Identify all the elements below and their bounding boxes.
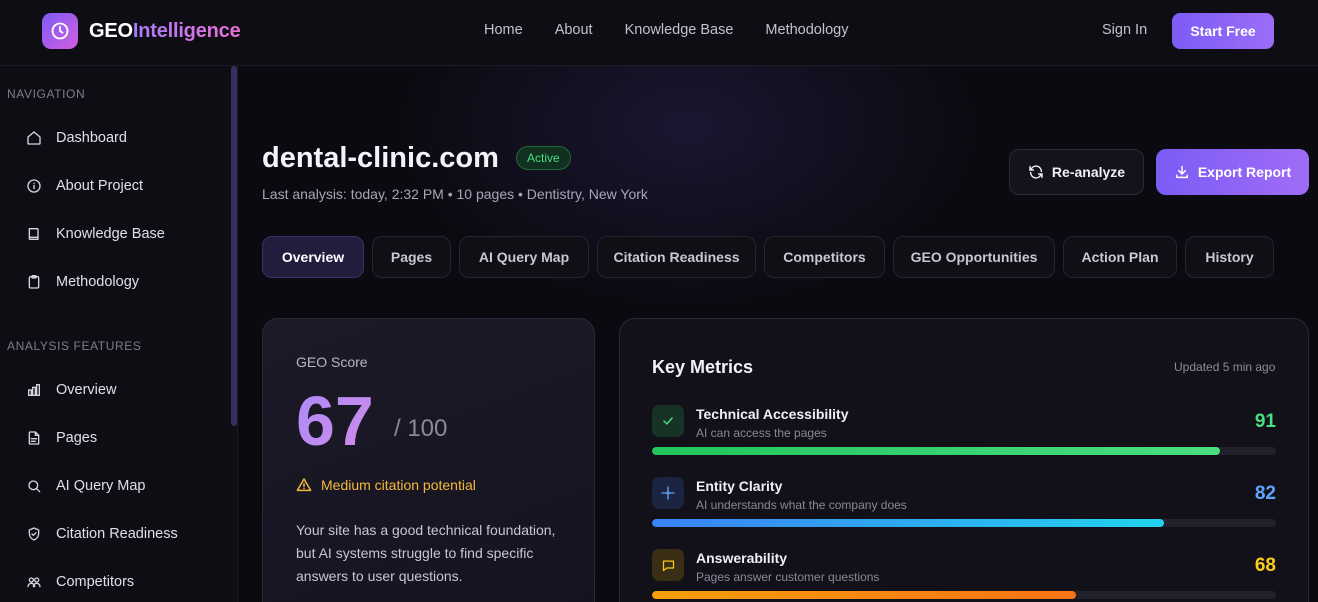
analysis-meta: Last analysis: today, 2:32 PM • 10 pages… <box>262 186 648 202</box>
sparkle-icon <box>652 477 684 509</box>
sidebar-item-ai-query-map[interactable]: AI Query Map <box>26 478 145 494</box>
re-analyze-button[interactable]: Re-analyze <box>1009 149 1144 195</box>
tab-pages[interactable]: Pages <box>372 236 451 278</box>
metric-entity-clarity: Entity Clarity AI understands what the c… <box>652 477 1276 537</box>
top-bar: GEOIntelligence Home About Knowledge Bas… <box>0 0 1318 66</box>
key-metrics-card: Key Metrics Updated 5 min ago Technical … <box>619 318 1309 602</box>
logo-text-geo: GEO <box>89 19 133 42</box>
top-nav-home[interactable]: Home <box>484 22 523 38</box>
tab-competitors[interactable]: Competitors <box>764 236 885 278</box>
metric-description: AI can access the pages <box>696 426 827 440</box>
refresh-icon <box>1029 165 1043 179</box>
sidebar-item-label: Methodology <box>56 274 140 290</box>
top-nav: Home About Knowledge Base Methodology <box>484 22 848 38</box>
citation-potential-text: Medium citation potential <box>321 477 476 493</box>
bar-chart-icon <box>28 384 40 396</box>
metric-name: Technical Accessibility <box>696 406 849 422</box>
metric-value: 82 <box>1254 483 1276 504</box>
metric-progress-track <box>652 519 1276 527</box>
re-analyze-label: Re-analyze <box>1051 164 1126 180</box>
sidebar-item-label: Competitors <box>56 574 135 590</box>
metric-progress-track <box>652 591 1276 599</box>
metric-answerability: Answerability Pages answer customer ques… <box>652 549 1276 602</box>
tab-citation-readiness[interactable]: Citation Readiness <box>597 236 756 278</box>
metric-value: 91 <box>1254 411 1276 432</box>
export-report-button[interactable]: Export Report <box>1156 149 1309 195</box>
download-icon <box>1175 165 1188 179</box>
tab-overview[interactable]: Overview <box>262 236 364 278</box>
top-nav-knowledge-base[interactable]: Knowledge Base <box>625 22 734 38</box>
home-icon <box>27 131 41 145</box>
metric-description: AI understands what the company does <box>696 498 907 512</box>
sidebar-item-knowledge-base[interactable]: Knowledge Base <box>26 226 165 242</box>
top-nav-about[interactable]: About <box>555 22 593 38</box>
sidebar-item-overview[interactable]: Overview <box>26 382 116 398</box>
book-icon <box>28 228 39 240</box>
logo[interactable]: GEOIntelligence <box>42 13 241 49</box>
sidebar-item-citation-readiness[interactable]: Citation Readiness <box>26 526 178 542</box>
sidebar-scrollbar[interactable] <box>231 66 237 426</box>
metrics-updated-time: Updated 5 min ago <box>1174 360 1276 374</box>
warning-icon <box>296 478 312 492</box>
citation-potential: Medium citation potential <box>296 477 476 493</box>
sidebar-item-about-project[interactable]: About Project <box>26 178 143 194</box>
geo-score-description: Your site has a good technical foundatio… <box>296 522 556 584</box>
sidebar: NAVIGATION Dashboard About Project Knowl… <box>0 66 238 602</box>
geo-score-card: GEO Score 67 / 100 Medium citation poten… <box>262 318 595 602</box>
geo-score-label: GEO Score <box>296 354 368 370</box>
users-icon <box>27 577 41 588</box>
metric-progress-fill <box>652 519 1164 527</box>
key-metrics-title: Key Metrics <box>652 357 754 377</box>
status-badge: Active <box>516 146 571 170</box>
sidebar-item-dashboard[interactable]: Dashboard <box>26 130 127 146</box>
sidebar-item-methodology[interactable]: Methodology <box>26 274 139 290</box>
metric-progress-fill <box>652 447 1220 455</box>
sidebar-section-navigation: NAVIGATION <box>7 87 86 101</box>
geo-score-value: 67 <box>296 382 374 460</box>
sidebar-section-analysis-features: ANALYSIS FEATURES <box>7 339 142 353</box>
logo-text-intelligence: Intelligence <box>132 19 241 42</box>
tab-action-plan[interactable]: Action Plan <box>1063 236 1177 278</box>
metric-name: Answerability <box>696 550 788 566</box>
metric-description: Pages answer customer questions <box>696 570 880 584</box>
search-icon <box>28 480 41 493</box>
page-title: dental-clinic.com <box>262 142 499 174</box>
sign-in-link[interactable]: Sign In <box>1102 22 1147 38</box>
top-nav-methodology[interactable]: Methodology <box>765 22 848 38</box>
start-free-button[interactable]: Start Free <box>1172 13 1274 49</box>
sidebar-item-label: Pages <box>56 430 98 446</box>
sidebar-item-label: About Project <box>56 178 144 194</box>
metric-name: Entity Clarity <box>696 478 783 494</box>
sidebar-item-label: Knowledge Base <box>56 226 165 242</box>
message-icon <box>652 549 684 581</box>
file-icon <box>28 431 40 445</box>
sidebar-item-pages[interactable]: Pages <box>26 430 97 446</box>
shield-check-icon <box>28 527 40 541</box>
info-icon <box>27 179 41 193</box>
sidebar-item-competitors[interactable]: Competitors <box>26 574 134 590</box>
metric-technical-accessibility: Technical Accessibility AI can access th… <box>652 405 1276 465</box>
clock-icon <box>42 13 78 49</box>
metric-progress-fill <box>652 591 1077 599</box>
export-report-label: Export Report <box>1197 164 1292 180</box>
clipboard-icon <box>28 275 40 289</box>
sidebar-item-label: AI Query Map <box>56 478 146 494</box>
sidebar-item-label: Overview <box>56 382 117 398</box>
sidebar-item-label: Dashboard <box>56 130 127 146</box>
metric-value: 68 <box>1254 555 1276 576</box>
tab-geo-opportunities[interactable]: GEO Opportunities <box>893 236 1055 278</box>
metric-progress-track <box>652 447 1276 455</box>
sidebar-item-label: Citation Readiness <box>56 526 178 542</box>
check-icon <box>652 405 684 437</box>
logo-text: GEOIntelligence <box>89 20 241 43</box>
geo-score-max: / 100 <box>394 415 448 442</box>
tab-history[interactable]: History <box>1185 236 1274 278</box>
tab-ai-query-map[interactable]: AI Query Map <box>459 236 589 278</box>
